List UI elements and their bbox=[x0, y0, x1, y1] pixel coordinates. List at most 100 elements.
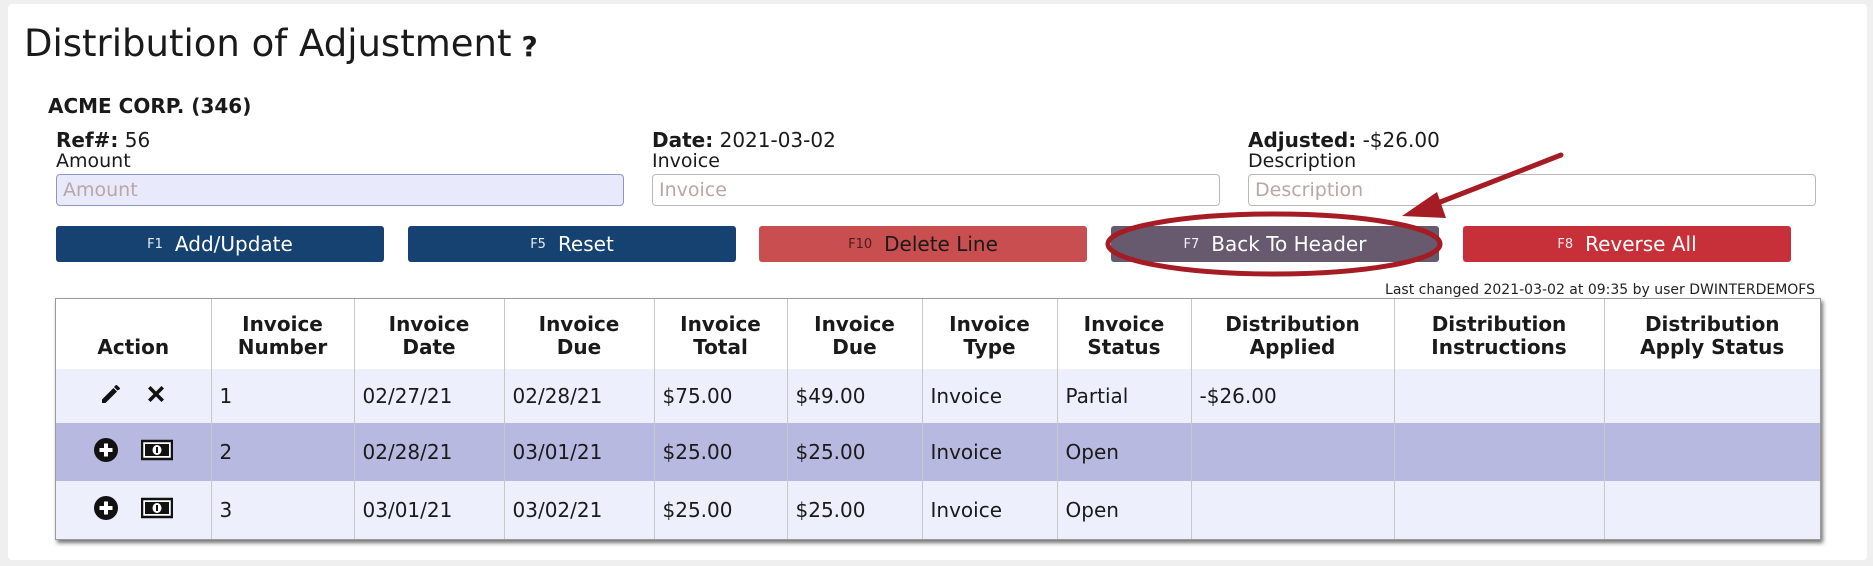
col-invoice-type: Invoice Type bbox=[922, 299, 1058, 369]
col-action: Action bbox=[56, 299, 212, 369]
cell-distribution-applied bbox=[1191, 423, 1395, 482]
table-row: 3 03/01/21 03/02/21 $25.00 $25.00 Invoic… bbox=[56, 481, 1820, 539]
cell-invoice-total: $75.00 bbox=[654, 369, 788, 424]
table-header-row: Action Invoice Number Invoice Date Invoice… bbox=[56, 299, 1820, 369]
col-invoice-status: Invoice Status bbox=[1057, 299, 1192, 369]
cell-invoice-number: 2 bbox=[211, 423, 355, 482]
col-invoice-due-amount: Invoice Due bbox=[787, 299, 923, 369]
delete-line-button[interactable]: F10 Delete Line bbox=[759, 226, 1087, 262]
cell-invoice-due-date: 02/28/21 bbox=[504, 369, 655, 424]
table-row: 1 02/27/21 02/28/21 $75.00 $49.00 Invoic… bbox=[56, 369, 1820, 424]
col-distribution-instructions: Distribution Instructions bbox=[1394, 299, 1605, 369]
col-distribution-apply-status: Distribution Apply Status bbox=[1604, 299, 1820, 369]
invoice-label: Invoice bbox=[652, 150, 720, 172]
cell-invoice-type: Invoice bbox=[922, 481, 1058, 539]
col-invoice-due-date: Invoice Due bbox=[504, 299, 655, 369]
money-icon[interactable] bbox=[141, 439, 174, 466]
col-invoice-number-l2: Number bbox=[237, 335, 328, 359]
col-distribution-instructions-l2: Instructions bbox=[1431, 335, 1567, 359]
col-invoice-due-date-l2: Due bbox=[556, 335, 602, 359]
cell-distribution-instructions bbox=[1394, 423, 1605, 482]
col-invoice-number-l1: Invoice bbox=[242, 312, 323, 336]
cell-distribution-instructions bbox=[1394, 369, 1605, 424]
cell-invoice-status: Open bbox=[1057, 423, 1192, 482]
col-invoice-status-l2: Status bbox=[1087, 335, 1161, 359]
ref-info: Ref#: 56 bbox=[56, 128, 150, 152]
help-icon[interactable]: ? bbox=[521, 30, 537, 63]
col-distribution-instructions-l1: Distribution bbox=[1431, 312, 1567, 336]
back-to-header-key: F7 bbox=[1183, 236, 1200, 252]
col-invoice-date-l1: Invoice bbox=[388, 312, 470, 336]
delete-line-key: F10 bbox=[848, 236, 873, 252]
reset-key: F5 bbox=[530, 236, 546, 252]
cell-invoice-total: $25.00 bbox=[654, 481, 788, 539]
ref-label: Ref#: bbox=[56, 128, 119, 152]
description-input[interactable] bbox=[1248, 174, 1816, 206]
reverse-all-label: Reverse All bbox=[1585, 232, 1697, 256]
cell-distribution-apply-status bbox=[1604, 369, 1820, 424]
table-row: 2 02/28/21 03/01/21 $25.00 $25.00 Invoic… bbox=[56, 423, 1820, 482]
col-distribution-applied: Distribution Applied bbox=[1191, 299, 1395, 369]
date-label: Date: bbox=[652, 128, 714, 152]
col-invoice-type-l1: Invoice bbox=[949, 312, 1030, 336]
cell-invoice-date: 02/28/21 bbox=[354, 423, 505, 482]
row-actions bbox=[56, 369, 212, 424]
col-distribution-apply-status-l1: Distribution bbox=[1644, 312, 1780, 336]
company-name: ACME CORP. (346) bbox=[48, 94, 252, 118]
cell-invoice-date: 02/27/21 bbox=[354, 369, 505, 424]
cell-distribution-apply-status bbox=[1604, 481, 1820, 539]
col-invoice-number: Invoice Number bbox=[211, 299, 355, 369]
col-distribution-applied-l1: Distribution bbox=[1225, 312, 1360, 336]
cell-distribution-apply-status bbox=[1604, 423, 1820, 482]
plus-circle-icon[interactable] bbox=[93, 495, 119, 526]
amount-input[interactable] bbox=[56, 174, 624, 206]
col-invoice-date-l2: Date bbox=[402, 335, 456, 359]
page-title: Distribution of Adjustment? bbox=[24, 22, 538, 65]
back-to-header-button[interactable]: F7 Back To Header bbox=[1111, 226, 1439, 262]
col-distribution-apply-status-l2: Apply Status bbox=[1640, 335, 1785, 359]
page-title-text: Distribution of Adjustment bbox=[24, 22, 512, 65]
back-to-header-label: Back To Header bbox=[1211, 232, 1367, 256]
add-update-key: F1 bbox=[147, 236, 163, 252]
row-actions bbox=[56, 423, 212, 482]
amount-label: Amount bbox=[56, 150, 131, 172]
cell-invoice-number: 1 bbox=[211, 369, 355, 424]
pencil-icon[interactable] bbox=[99, 382, 123, 411]
cell-invoice-status: Partial bbox=[1057, 369, 1192, 424]
cell-invoice-number: 3 bbox=[211, 481, 355, 539]
invoice-input[interactable] bbox=[652, 174, 1220, 206]
cell-distribution-applied: -$26.00 bbox=[1191, 369, 1395, 424]
plus-circle-icon[interactable] bbox=[93, 437, 119, 468]
col-distribution-applied-l2: Applied bbox=[1249, 335, 1336, 359]
col-invoice-type-l2: Type bbox=[963, 335, 1016, 359]
distribution-table: Action Invoice Number Invoice Date Invoice… bbox=[55, 298, 1821, 540]
reverse-all-button[interactable]: F8 Reverse All bbox=[1463, 226, 1791, 262]
cell-invoice-status: Open bbox=[1057, 481, 1192, 539]
cell-invoice-type: Invoice bbox=[922, 423, 1058, 482]
cell-distribution-instructions bbox=[1394, 481, 1605, 539]
description-label: Description bbox=[1248, 150, 1357, 172]
col-invoice-total-l2: Total bbox=[693, 335, 748, 359]
col-invoice-total-l1: Invoice bbox=[680, 312, 761, 336]
col-invoice-total: Invoice Total bbox=[654, 299, 788, 369]
col-invoice-due-date-l1: Invoice bbox=[538, 312, 620, 336]
delete-line-label: Delete Line bbox=[884, 232, 998, 256]
reverse-all-key: F8 bbox=[1557, 236, 1574, 252]
cell-invoice-due-amount: $49.00 bbox=[787, 369, 923, 424]
close-x-icon[interactable] bbox=[145, 383, 167, 410]
col-invoice-due-amount-l1: Invoice bbox=[814, 312, 895, 336]
reset-button[interactable]: F5 Reset bbox=[408, 226, 736, 262]
cell-invoice-type: Invoice bbox=[922, 369, 1058, 424]
col-invoice-status-l1: Invoice bbox=[1083, 312, 1165, 336]
col-invoice-date: Invoice Date bbox=[354, 299, 505, 369]
date-info: Date: 2021-03-02 bbox=[652, 128, 836, 152]
cell-invoice-due-date: 03/02/21 bbox=[504, 481, 655, 539]
reset-label: Reset bbox=[557, 232, 614, 256]
money-icon[interactable] bbox=[141, 497, 174, 524]
col-invoice-due-amount-l2: Due bbox=[832, 335, 877, 359]
adjusted-label: Adjusted: bbox=[1248, 128, 1357, 152]
cell-invoice-date: 03/01/21 bbox=[354, 481, 505, 539]
add-update-button[interactable]: F1 Add/Update bbox=[56, 226, 384, 262]
cell-invoice-due-amount: $25.00 bbox=[787, 423, 923, 482]
cell-distribution-applied bbox=[1191, 481, 1395, 539]
